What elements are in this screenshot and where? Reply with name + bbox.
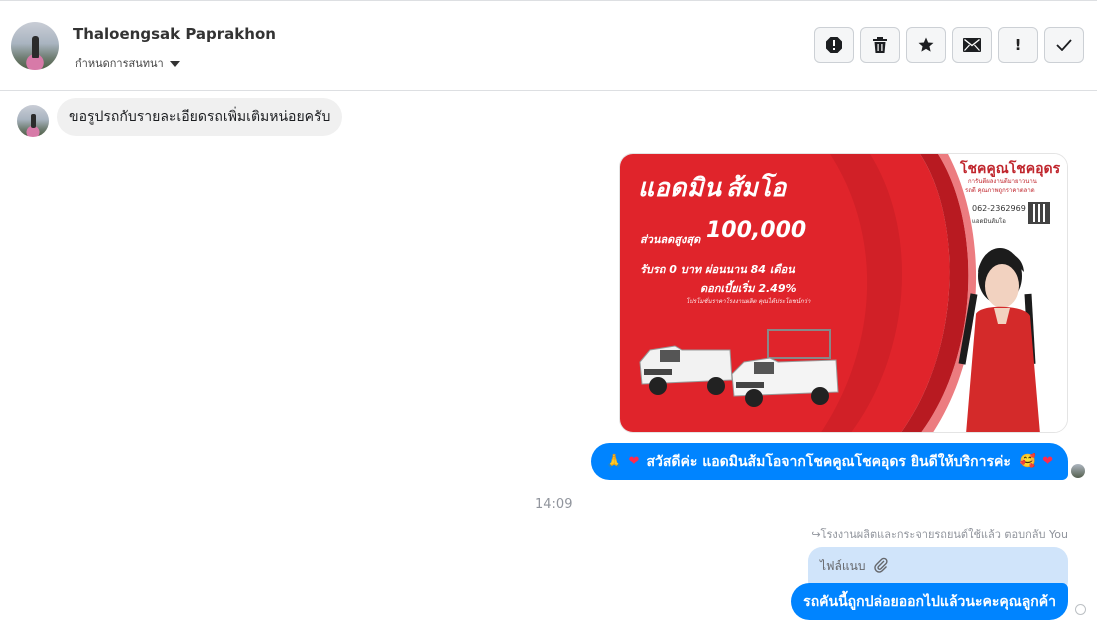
- delete-button[interactable]: [860, 27, 900, 63]
- ad-phone: 062-2362969: [972, 204, 1026, 213]
- ad-brand-sub-2: รถดี คุณภาพถูกราคาตลาด: [965, 187, 1035, 194]
- contact-name[interactable]: Thaloengsak Paprakhon: [73, 25, 276, 43]
- paperclip-icon: [874, 557, 889, 573]
- reply-info: ↪โรงงานผลิตและกระจายรถยนต์ใช้แล้ว ตอบกลั…: [811, 525, 1068, 543]
- star-button[interactable]: [906, 27, 946, 63]
- mark-unread-button[interactable]: [952, 27, 992, 63]
- incoming-message[interactable]: ขอรูปรถกับรายละเอียดรถเพิ่มเติมหน่อยครับ: [57, 98, 343, 136]
- conversation-toolbar: !: [814, 27, 1084, 63]
- envelope-icon: [963, 38, 981, 52]
- sender-avatar[interactable]: [17, 105, 49, 137]
- heart-emoji-icon: ❤: [628, 454, 640, 469]
- report-button[interactable]: [814, 27, 854, 63]
- alert-octagon-icon: [826, 37, 842, 53]
- reply-preview-text: ไฟล์แนบ: [820, 559, 866, 573]
- ad-promo-small: โปรโมชั่นราคาโรงงานผลิต คุณได้ประโยชน์กว…: [686, 298, 811, 305]
- smiling-hearts-emoji-icon: 🥰: [1019, 454, 1037, 469]
- ad-promo-line-2: ดอกเบี้ยเริ่ม 2.49%: [700, 282, 797, 295]
- exclamation-icon: !: [1014, 36, 1022, 54]
- ad-contact-name: แอดมินส้มโอ: [972, 218, 1006, 225]
- ad-headline-left: แอดมิน: [638, 173, 722, 202]
- check-icon: [1056, 39, 1072, 51]
- heart-emoji-icon: ❤: [1042, 454, 1053, 469]
- reply-arrow-icon: ↪: [811, 528, 821, 541]
- seen-indicator-avatar: [1071, 464, 1085, 478]
- message-timestamp: 14:09: [535, 497, 573, 512]
- conversation-header: Thaloengsak Paprakhon กำหนดการสนทนา !: [0, 1, 1097, 91]
- star-icon: [918, 37, 934, 52]
- caret-down-icon: [169, 60, 180, 67]
- image-attachment[interactable]: แอดมิน ส้มโอ ส่วนลดสูงสุด 100,000 รับรถ …: [619, 153, 1068, 433]
- important-button[interactable]: !: [998, 27, 1038, 63]
- schedule-dropdown[interactable]: กำหนดการสนทนา: [75, 54, 180, 72]
- outgoing-message-reply[interactable]: รถคันนี้ถูกปล่อยออกไปแล้วนะคะคุณลูกค้า: [791, 583, 1068, 620]
- done-button[interactable]: [1044, 27, 1084, 63]
- pray-emoji-icon: 🙏: [606, 454, 623, 469]
- schedule-label: กำหนดการสนทนา: [75, 57, 164, 70]
- reply-info-text: โรงงานผลิตและกระจายรถยนต์ใช้แล้ว ตอบกลับ…: [820, 528, 1068, 541]
- ad-headline-right: ส้มโอ: [726, 173, 787, 202]
- trash-icon: [873, 37, 887, 53]
- ad-discount-value: 100,000: [706, 218, 807, 243]
- qr-code: [1028, 202, 1050, 224]
- sent-status-icon: [1075, 604, 1086, 615]
- contact-avatar[interactable]: [11, 22, 59, 70]
- ad-promo-line-1: รับรถ 0 บาท ผ่อนนาน 84 เดือน: [640, 263, 795, 276]
- greeting-text: สวัสดีค่ะ แอดมินส้มโอจากโชคคูณโชคอุดร ยิ…: [646, 453, 1011, 470]
- outgoing-message-greeting[interactable]: 🙏 ❤ สวัสดีค่ะ แอดมินส้มโอจากโชคคูณโชคอุด…: [591, 443, 1068, 480]
- ad-discount-label: ส่วนลดสูงสุด: [640, 233, 701, 246]
